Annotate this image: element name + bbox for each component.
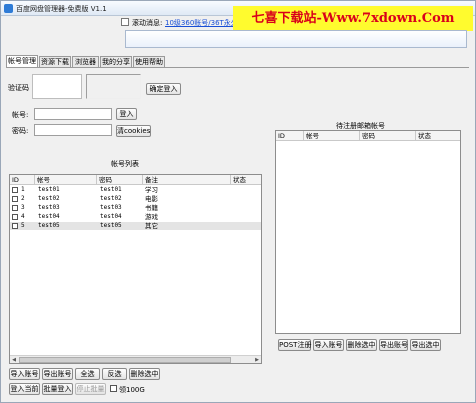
row-password: test02 — [100, 195, 122, 202]
row-password: test05 — [100, 222, 122, 229]
row-account: test05 — [38, 222, 60, 229]
scroll-left-icon[interactable]: ◀ — [10, 356, 18, 363]
col-status[interactable]: 状态 — [231, 175, 261, 185]
row-note: 书籍 — [145, 204, 158, 212]
table-row[interactable]: 1 test01 test01 学习 — [10, 186, 261, 194]
row-id: 3 — [21, 204, 25, 211]
pending-export-selected-button[interactable]: 导出选中 — [410, 339, 441, 351]
row-id: 1 — [21, 186, 25, 193]
table-row[interactable]: 3 test03 test03 书籍 — [10, 204, 261, 212]
col-id[interactable]: ID — [10, 175, 35, 185]
row-password: test04 — [100, 213, 122, 220]
password-input[interactable] — [34, 124, 112, 136]
row-id: 5 — [21, 222, 25, 229]
row-password: test01 — [100, 186, 122, 193]
marquee-bar: 滚动消息: 10级360账号/36T永久免 — [121, 17, 245, 28]
col-status[interactable]: 状态 — [416, 131, 460, 141]
row-account: test01 — [38, 186, 60, 193]
export-accounts-button[interactable]: 导出账号 — [42, 368, 73, 380]
row-id: 2 — [21, 195, 25, 202]
delete-selected-button[interactable]: 删除选中 — [129, 368, 160, 380]
col-password[interactable]: 密码 — [360, 131, 416, 141]
login-current-button[interactable]: 登入当前 — [9, 383, 40, 395]
col-id[interactable]: ID — [276, 131, 304, 141]
scroll-thumb[interactable] — [19, 357, 231, 363]
pending-export-button[interactable]: 导出账号 — [379, 339, 408, 351]
invert-selection-button[interactable]: 反选 — [102, 368, 127, 380]
row-note: 学习 — [145, 186, 158, 194]
col-password[interactable]: 密码 — [97, 175, 143, 185]
row-account: test02 — [38, 195, 60, 202]
confirm-login-button[interactable]: 确定登入 — [146, 83, 181, 95]
captcha-image[interactable] — [86, 74, 141, 99]
account-input[interactable] — [34, 108, 112, 120]
watermark-banner: 七喜下载站-Www.7xdown.Com — [233, 6, 473, 31]
pending-table[interactable]: ID 帐号 密码 状态 — [275, 130, 461, 334]
col-note[interactable]: 备注 — [143, 175, 231, 185]
pending-delete-selected-button[interactable]: 删除选中 — [346, 339, 377, 351]
col-account[interactable]: 帐号 — [35, 175, 97, 185]
account-table-scrollbar[interactable]: ◀ ▶ — [10, 355, 261, 363]
stop-batch-button[interactable]: 停止批量 — [75, 383, 106, 395]
account-list-title: 帐号列表 — [111, 160, 139, 168]
marquee-label: 滚动消息: — [132, 19, 163, 27]
pending-table-header: ID 帐号 密码 状态 — [276, 131, 460, 141]
row-id: 4 — [21, 213, 25, 220]
tab-panel-border — [6, 67, 469, 68]
table-row[interactable]: 5 test05 test05 其它 — [10, 222, 261, 230]
import-accounts-button[interactable]: 导入账号 — [9, 368, 40, 380]
row-password: test03 — [100, 204, 122, 211]
claim-100g-checkbox[interactable] — [110, 385, 117, 392]
row-checkbox[interactable] — [12, 187, 18, 193]
banner-strip — [125, 30, 467, 48]
post-register-button[interactable]: POST注册 — [278, 339, 311, 351]
login-button[interactable]: 登入 — [116, 108, 137, 120]
table-row[interactable]: 4 test04 test04 游戏 — [10, 213, 261, 221]
row-note: 游戏 — [145, 213, 158, 221]
captcha-input[interactable] — [32, 74, 82, 99]
table-row[interactable]: 2 test02 test02 电影 — [10, 195, 261, 203]
app-icon — [4, 4, 13, 13]
row-note: 其它 — [145, 222, 158, 230]
row-note: 电影 — [145, 195, 158, 203]
account-table-header: ID 帐号 密码 备注 状态 — [10, 175, 261, 185]
account-table[interactable]: ID 帐号 密码 备注 状态 1 test01 test01 学习 2 test… — [9, 174, 262, 364]
row-account: test03 — [38, 204, 60, 211]
select-all-button[interactable]: 全选 — [75, 368, 100, 380]
pending-import-button[interactable]: 导入账号 — [313, 339, 344, 351]
col-account[interactable]: 帐号 — [304, 131, 360, 141]
account-label: 帐号: — [12, 111, 29, 119]
row-checkbox[interactable] — [12, 196, 18, 202]
password-label: 密码: — [12, 127, 29, 135]
claim-100g-label: 领100G — [119, 386, 145, 394]
captcha-label: 验证码 — [8, 84, 29, 92]
scroll-right-icon[interactable]: ▶ — [253, 356, 261, 363]
row-checkbox[interactable] — [12, 214, 18, 220]
clear-cookies-button[interactable]: 清cookies — [116, 125, 151, 137]
row-checkbox[interactable] — [12, 205, 18, 211]
row-account: test04 — [38, 213, 60, 220]
row-checkbox[interactable] — [12, 223, 18, 229]
batch-login-button[interactable]: 批量登入 — [42, 383, 73, 395]
window-title: 百度网盘管理器-免费版 V1.1 — [16, 5, 107, 13]
marquee-checkbox[interactable] — [121, 18, 129, 26]
app-window: 百度网盘管理器-免费版 V1.1 滚动消息: 10级360账号/36T永久免 七… — [0, 0, 476, 403]
